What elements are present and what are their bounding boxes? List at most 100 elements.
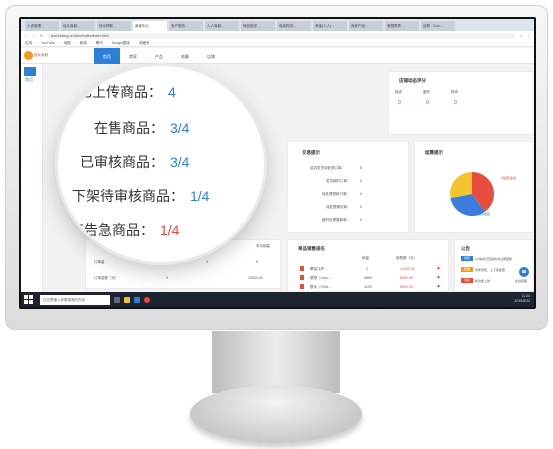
customer-service-button[interactable]: ☎	[519, 267, 529, 277]
legend-label: 待结算金额	[501, 176, 517, 180]
notice-item[interactable]: 新功能上线	[475, 279, 490, 283]
star-icon[interactable]: ☆	[519, 34, 522, 38]
lens-label: 已上传商品：	[78, 84, 162, 100]
lens-label: 在售商品：	[94, 120, 164, 136]
nav-item-settlement[interactable]: 结算	[172, 48, 198, 64]
orders-cell: 0	[166, 276, 168, 280]
orders-cell: 20900.00	[248, 276, 263, 280]
lens-value[interactable]: 4	[168, 84, 176, 100]
notice-item[interactable]: 商家须知，上下架变更	[475, 268, 505, 272]
menu-icon[interactable]: ⋮	[527, 34, 531, 38]
home-icon[interactable]	[24, 67, 36, 76]
trade-tip-value[interactable]: 5	[360, 166, 362, 170]
notice-tag: 提醒	[461, 267, 473, 272]
sidebar: 首页	[21, 64, 43, 292]
lens-value[interactable]: 1/4	[160, 222, 179, 238]
trade-tip-value[interactable]: 0	[360, 218, 362, 222]
pie-slice-2[interactable]	[450, 172, 472, 199]
main-nav: 首页 商家 产品 结算 店铺	[94, 47, 224, 64]
rank-icon	[300, 275, 304, 280]
taskbar: 在这里输入你要搜索的内容 11:24 2019/8/22	[21, 292, 534, 307]
browser-tab[interactable]: 谷歌 - Goo…	[421, 21, 455, 31]
sales-rank-panel: 单品销售排名 销量 销售额（元） 攀富沙护… 2 14750.00 ▲ 联想（L…	[287, 239, 449, 292]
bookmark-item[interactable]: 收藏夹	[139, 41, 150, 45]
browser-tab[interactable]: 人资管理…	[25, 21, 59, 31]
logo: 佰众商城	[24, 50, 64, 62]
lens-row: 库存告急商品： 1/4	[58, 220, 179, 240]
up-arrow-icon: ▲	[436, 265, 441, 271]
store-rating-title: 店铺动态评分	[399, 78, 426, 83]
store-rating-panel: 店铺动态评分 描述 服务 物流 0 0 0	[388, 71, 534, 135]
rating-value: 0	[398, 100, 401, 106]
trade-tip-label: 延迟发货待处理订单：	[310, 166, 345, 170]
lens-value[interactable]: 1/4	[190, 188, 209, 204]
rating-label: 物流	[451, 90, 458, 94]
trade-tip-value[interactable]: 0	[360, 205, 362, 209]
trade-tip-label: 待处理换货单：	[326, 205, 351, 209]
lens-label: 下架待审核商品：	[72, 188, 184, 204]
rank-amount: 8050.00	[400, 276, 413, 280]
trade-tip-value[interactable]: 0	[360, 192, 362, 196]
lens-value[interactable]: 3/4	[170, 120, 189, 136]
logo-icon	[24, 51, 33, 60]
rank-product-name[interactable]: 联想（Leno…	[310, 276, 332, 281]
legend-label: 已结算金额	[475, 212, 491, 216]
browser-tab[interactable]: 佰众物联…	[97, 21, 131, 31]
browser-tab[interactable]: 商品描述…	[241, 21, 275, 31]
orders-row-label: 订单金额（元）	[94, 276, 119, 280]
bookmark-item[interactable]: YouTube	[41, 41, 55, 45]
customer-service-label: 在线客服	[515, 279, 528, 283]
bookmark-item[interactable]: 新闻	[80, 41, 87, 45]
clock-date: 2019/8/22	[514, 299, 530, 303]
rank-qty: 2	[366, 267, 368, 271]
monitor-neck	[212, 331, 340, 393]
reload-icon[interactable]: ↻	[40, 34, 43, 38]
rank-product-name[interactable]: 攀富沙护…	[310, 267, 328, 272]
nav-item-merchant[interactable]: 商家	[120, 48, 146, 64]
browser-tab-active[interactable]: 商家中心	[133, 21, 167, 31]
lens-row: 在售商品： 3/4	[94, 118, 189, 138]
logo-text: 佰众商城	[34, 53, 48, 57]
lens-label: 已审核商品：	[80, 154, 164, 170]
rank-product-name[interactable]: 联米（XGM…	[310, 285, 332, 290]
taskbar-search-input[interactable]: 在这里输入你要搜索的内容	[40, 294, 110, 305]
bookmark-item[interactable]: 应用	[25, 41, 32, 45]
forward-icon[interactable]: →	[33, 34, 37, 38]
rank-icon	[300, 266, 304, 271]
bookmark-item[interactable]: 腾讯	[96, 41, 103, 45]
up-arrow-icon: ▲	[436, 283, 441, 289]
rank-qty: 1109	[364, 285, 372, 289]
back-icon[interactable]: ←	[25, 34, 29, 38]
nav-item-store[interactable]: 店铺	[198, 48, 224, 64]
magnifier-lens: 已上传商品： 4 在售商品： 3/4 已审核商品： 3/4 下架待审核商品： 1/4 库…	[58, 66, 264, 262]
browser-tab[interactable]: 淘宝(人人)…	[313, 21, 347, 31]
notice-item[interactable]: 2.0版本已经发布请立即更新	[475, 257, 512, 261]
nav-item-product[interactable]: 产品	[146, 48, 172, 64]
browser-tab[interactable]: 电商物流…	[277, 21, 311, 31]
orders-cell: 0	[206, 260, 208, 264]
bookmark-item[interactable]: Google翻译	[112, 41, 130, 45]
edge-icon[interactable]	[134, 296, 140, 303]
system-clock[interactable]: 11:24 2019/8/22	[514, 294, 530, 304]
notice-title: 公告	[461, 246, 470, 251]
browser-tab[interactable]: 商家产品…	[349, 21, 383, 31]
task-view-icon[interactable]	[114, 296, 120, 303]
browser-tab[interactable]: 用户服务…	[169, 21, 203, 31]
browser-tab[interactable]: 人人商城…	[205, 21, 239, 31]
windows-start-icon[interactable]	[24, 294, 34, 305]
orders-column-header: 本月销量	[256, 244, 270, 248]
trade-tip-value[interactable]: 0	[360, 179, 362, 183]
lens-label: 库存告急商品：	[58, 222, 154, 238]
browser-tab[interactable]: 美图秀秀…	[385, 21, 419, 31]
bookmark-item[interactable]: 地图	[64, 41, 71, 45]
browser-tab[interactable]: 佰众商城…	[61, 21, 95, 31]
monitor-stand	[190, 385, 362, 443]
lens-value[interactable]: 3/4	[170, 154, 189, 170]
file-explorer-icon[interactable]	[124, 296, 130, 303]
sales-rank-header: 销量	[362, 256, 369, 260]
sidebar-item-home[interactable]: 首页	[25, 77, 42, 83]
chrome-icon[interactable]	[144, 296, 150, 303]
lens-row: 已上传商品： 4	[78, 82, 176, 102]
nav-item-home[interactable]: 首页	[94, 47, 120, 64]
url-input[interactable]: test.fublesp.cn/store/index/index.html	[46, 32, 516, 39]
